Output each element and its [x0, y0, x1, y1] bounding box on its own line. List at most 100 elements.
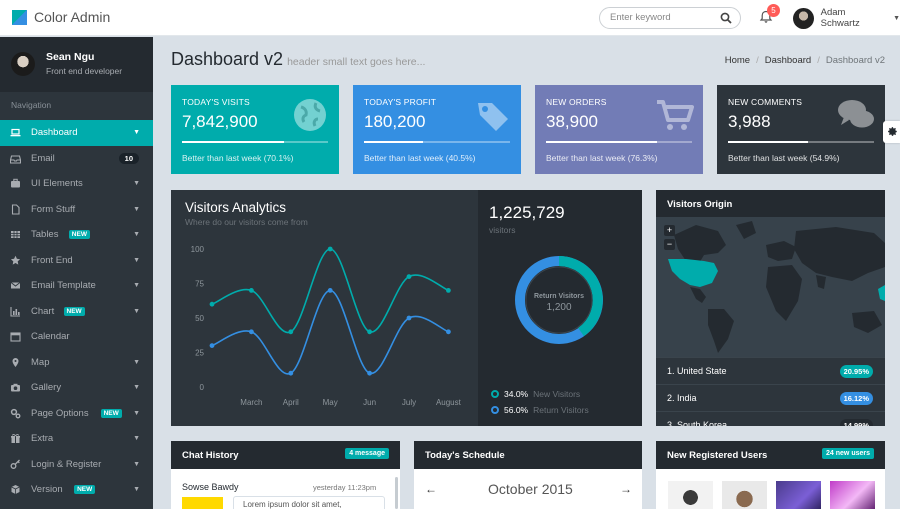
- user-avatar: [793, 7, 814, 29]
- user-thumbnail[interactable]: [722, 481, 767, 509]
- sidebar-item-form-stuff[interactable]: Form Stuff ▼: [0, 197, 153, 223]
- map-marker-icon: [12, 357, 19, 367]
- sidebar-item-email-template[interactable]: Email Template ▼: [0, 273, 153, 299]
- sidebar-item-front-end[interactable]: Front End ▼: [0, 248, 153, 274]
- sidebar-item-calendar[interactable]: Calendar: [0, 324, 153, 350]
- user-thumbnail[interactable]: [830, 481, 875, 509]
- series-1-point[interactable]: [209, 301, 215, 307]
- y-tick-label: 75: [195, 280, 204, 289]
- brand-logo[interactable]: Color Admin: [12, 9, 110, 25]
- user-menu[interactable]: Adam Schwartz ▼: [793, 7, 900, 29]
- chat-scrollbar[interactable]: [395, 477, 398, 509]
- series-1-point[interactable]: [367, 329, 372, 335]
- stat-card-today-s-profit[interactable]: TODAY'S PROFIT 180,200 Better than last we…: [353, 85, 521, 174]
- stat-value: 7,842,900: [182, 112, 258, 131]
- sidebar-profile[interactable]: Sean Ngu Front end developer: [0, 37, 153, 92]
- world-map[interactable]: + −: [656, 217, 885, 357]
- user-thumbnail[interactable]: [776, 481, 821, 509]
- envelope-icon: [10, 282, 21, 289]
- sidebar-item-login-register[interactable]: Login & Register ▼: [0, 452, 153, 478]
- schedule-title: Today's Schedule: [414, 441, 642, 469]
- sidebar-item-chart[interactable]: Chart NEW ▼: [0, 299, 153, 325]
- stat-description: Better than last week (40.5%): [364, 153, 476, 163]
- series-2-point[interactable]: [288, 370, 294, 376]
- series-2-point[interactable]: [209, 343, 215, 348]
- series-2-point[interactable]: [327, 288, 333, 293]
- x-tick-label: March: [240, 398, 262, 407]
- breadcrumb-dashboard[interactable]: Dashboard: [765, 55, 811, 66]
- series-1-point[interactable]: [288, 329, 294, 335]
- stat-label: NEW ORDERS: [546, 97, 607, 107]
- series-2-point[interactable]: [446, 329, 451, 335]
- stat-value: 38,900: [546, 112, 598, 131]
- y-tick-label: 25: [195, 349, 204, 358]
- cubes-icon: [11, 485, 20, 495]
- caret-down-icon: ▼: [133, 358, 140, 366]
- gift-icon: [11, 434, 20, 444]
- profile-avatar: [11, 52, 35, 76]
- stat-card-new-comments[interactable]: NEW COMMENTS 3,988 Better than last week (…: [717, 85, 885, 174]
- sidebar-item-version[interactable]: Version NEW ▼: [0, 477, 153, 503]
- profile-name: Sean Ngu: [46, 51, 95, 63]
- sidebar-item-label: Form Stuff: [31, 203, 76, 215]
- breadcrumb-home[interactable]: Home: [725, 55, 750, 66]
- stat-card-today-s-visits[interactable]: TODAY'S VISITS 7,842,900 Better than last …: [171, 85, 339, 174]
- sidebar-item-label: Login & Register: [31, 458, 102, 470]
- donut-value: 1,200: [546, 302, 571, 313]
- map-highlight-east: [878, 285, 885, 301]
- notification-count-badge: 5: [767, 4, 780, 17]
- star-icon: [10, 255, 21, 265]
- sidebar-item-tables[interactable]: Tables NEW ▼: [0, 222, 153, 248]
- search-icon[interactable]: [720, 12, 732, 24]
- origin-country-row[interactable]: 2. India 16.12%: [656, 384, 885, 411]
- series-2-point[interactable]: [406, 315, 412, 321]
- user-name: Adam Schwartz: [820, 7, 860, 29]
- series-1-point[interactable]: [406, 274, 412, 279]
- country-name: 2. India: [667, 393, 697, 403]
- stat-progress-bar: [182, 141, 328, 143]
- sidebar-item-extra[interactable]: Extra ▼: [0, 426, 153, 452]
- cogs-icon: [10, 408, 21, 419]
- map-zoom-in-button[interactable]: +: [664, 225, 675, 236]
- sidebar-item-label: Front End: [31, 254, 73, 266]
- sidebar-item-dashboard[interactable]: Dashboard ▼: [0, 120, 153, 146]
- legend-return-visitors: 56.0% Return Visitors: [491, 405, 589, 415]
- prev-month-arrow-icon[interactable]: ←: [425, 482, 437, 496]
- legend-new-visitors: 34.0% New Visitors: [491, 389, 580, 399]
- stat-card-new-orders[interactable]: NEW ORDERS 38,900 Better than last week (7…: [535, 85, 703, 174]
- origin-country-row[interactable]: 3. South Korea 14.99%: [656, 411, 885, 426]
- origin-country-row[interactable]: 1. United State 20.95%: [656, 357, 885, 384]
- sidebar-item-ui-elements[interactable]: UI Elements ▼: [0, 171, 153, 197]
- sidebar-item-email[interactable]: Email 10: [0, 146, 153, 172]
- breadcrumb-separator: /: [817, 55, 820, 66]
- caret-down-icon: ▼: [133, 180, 140, 188]
- series-1-point[interactable]: [327, 246, 333, 252]
- profile-role: Front end developer: [46, 66, 123, 76]
- caret-down-icon: ▼: [133, 460, 140, 468]
- sidebar: Sean Ngu Front end developer Navigation …: [0, 37, 153, 509]
- visitors-line-chart[interactable]: 0 25 50 75 100 March April May Jun July August: [171, 190, 478, 426]
- series-1-point[interactable]: [249, 288, 254, 293]
- next-month-arrow-icon[interactable]: →: [620, 482, 632, 496]
- sidebar-item-label: Email: [31, 152, 55, 164]
- stat-progress-bar: [364, 141, 510, 143]
- series-2-point[interactable]: [249, 329, 254, 335]
- user-thumbnail[interactable]: [668, 481, 713, 509]
- x-tick-label: Jun: [363, 398, 376, 407]
- country-percent-badge: 16.12%: [839, 392, 873, 405]
- caret-down-icon: ▼: [133, 231, 140, 239]
- map-zoom-out-button[interactable]: −: [664, 239, 675, 250]
- theme-settings-button[interactable]: [883, 121, 900, 143]
- sidebar-item-gallery[interactable]: Gallery ▼: [0, 375, 153, 401]
- country-name: 3. South Korea: [667, 420, 728, 426]
- new-users-panel: New Registered Users 24 new users: [656, 441, 885, 509]
- map-asia: [794, 227, 885, 281]
- stat-label: TODAY'S PROFIT: [364, 97, 437, 107]
- sidebar-item-map[interactable]: Map ▼: [0, 350, 153, 376]
- series-2-point[interactable]: [367, 370, 372, 376]
- chat-sender[interactable]: Sowse Bawdy: [182, 482, 239, 492]
- search-input[interactable]: [610, 12, 715, 23]
- nav-heading: Navigation: [11, 100, 52, 110]
- sidebar-item-page-options[interactable]: Page Options NEW ▼: [0, 401, 153, 427]
- series-1-point[interactable]: [446, 288, 451, 293]
